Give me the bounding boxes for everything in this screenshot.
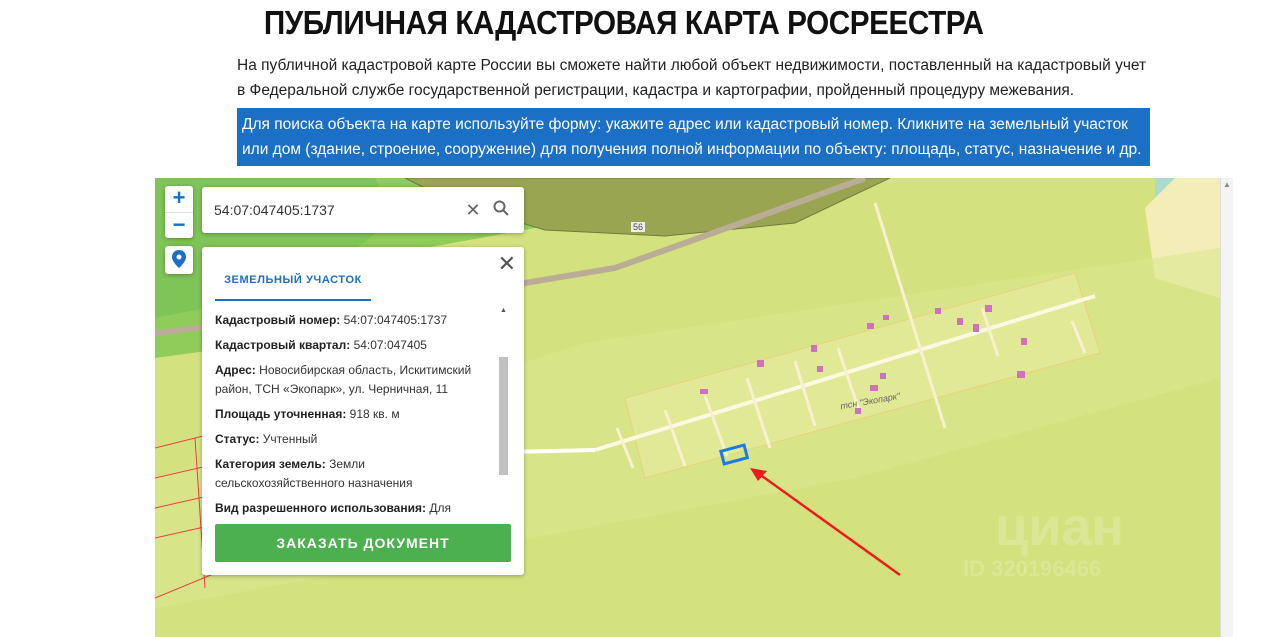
page-title: ПУБЛИЧНАЯ КАДАСТРОВАЯ КАРТА РОСРЕЕСТРА xyxy=(263,4,984,41)
field-cadastral-number: Кадастровый номер: 54:07:047405:1737 xyxy=(215,313,448,327)
field-address: Адрес: Новосибирская область, Искитимски… xyxy=(215,363,472,396)
close-icon[interactable]: ✕ xyxy=(498,251,516,277)
field-status: Статус: Учтенный xyxy=(215,432,318,446)
watermark-logo: циан xyxy=(995,497,1125,557)
info-fields: Кадастровый номер: 54:07:047405:1737 Кад… xyxy=(215,311,495,515)
info-panel: ✕ ЗЕМЕЛЬНЫЙ УЧАСТОК Кадастровый номер: 5… xyxy=(202,247,524,575)
search-icon[interactable] xyxy=(490,200,512,221)
field-permitted-use: Вид разрешенного использования: Для веде… xyxy=(215,501,451,515)
road-number-badge: 56 xyxy=(631,222,646,232)
field-cadastral-quarter: Кадастровый квартал: 54:07:047405 xyxy=(215,338,427,352)
scroll-up-icon[interactable]: ▲ xyxy=(1221,180,1233,189)
map-pin-icon xyxy=(172,250,186,268)
clear-icon[interactable]: ✕ xyxy=(462,200,484,221)
locate-button[interactable] xyxy=(165,246,193,274)
watermark-id: ID 320196466 xyxy=(963,556,1102,581)
intro-text: На публичной кадастровой карте России вы… xyxy=(237,57,1147,99)
zoom-control: + − xyxy=(165,186,193,238)
page-scrollbar[interactable]: ▲ xyxy=(1220,178,1233,637)
field-area: Площадь уточненная: 918 кв. м xyxy=(215,407,400,421)
scrollbar-thumb[interactable] xyxy=(499,357,508,475)
tab-land-plot[interactable]: ЗЕМЕЛЬНЫЙ УЧАСТОК xyxy=(215,274,371,301)
search-input[interactable] xyxy=(214,202,456,218)
scroll-up-icon[interactable]: ▲ xyxy=(499,307,508,314)
order-document-button[interactable]: ЗАКАЗАТЬ ДОКУМЕНТ xyxy=(215,524,511,562)
search-box: ✕ xyxy=(202,187,524,233)
zoom-out-button[interactable]: − xyxy=(165,212,193,238)
field-land-category: Категория земель: Земли сельскохозяйстве… xyxy=(215,457,413,490)
panel-scrollbar[interactable]: ▲ xyxy=(499,307,508,515)
zoom-in-button[interactable]: + xyxy=(165,186,193,212)
hint-banner: Для поиска объекта на карте используйте … xyxy=(237,108,1150,166)
